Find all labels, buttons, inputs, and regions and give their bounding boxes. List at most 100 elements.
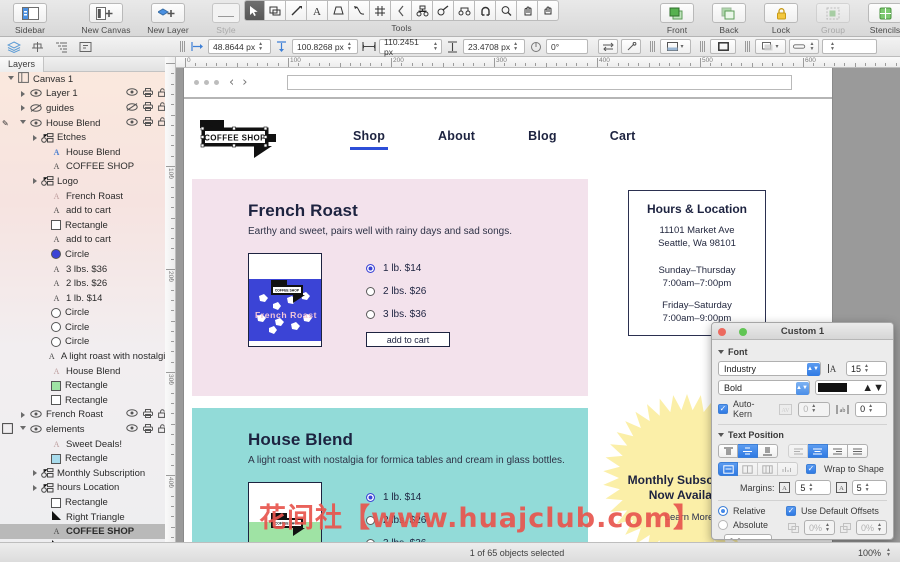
layer-row[interactable]: A House Blend	[0, 364, 175, 379]
bezier-tool[interactable]	[349, 0, 370, 21]
height-field[interactable]: 23.4708 px ▲ ▼	[463, 39, 525, 54]
flow-three-column-button[interactable]	[758, 462, 778, 476]
offset-tl-stepper[interactable]: ▲ ▼	[824, 521, 831, 534]
shadow-group-grip[interactable]	[700, 41, 705, 52]
line-group-grip[interactable]	[745, 41, 750, 52]
brush-tool[interactable]	[433, 0, 454, 21]
expander-down-icon[interactable]	[18, 425, 27, 434]
layer-row[interactable]: A Sweet Deals!	[0, 437, 175, 452]
text-align-justify-button[interactable]	[848, 444, 868, 458]
toolbar-button-lock[interactable]: Lock	[755, 3, 807, 35]
offset-tr-stepper[interactable]: ▲ ▼	[876, 521, 883, 534]
add-to-cart-button[interactable]: add to cart	[366, 332, 450, 347]
print-toggle-icon[interactable]	[143, 87, 153, 100]
visibility-toggle-icon[interactable]	[126, 103, 138, 114]
product-image-french-roast[interactable]: COFFEE SHOP French Roast	[248, 253, 322, 347]
print-toggle-icon[interactable]	[143, 102, 153, 114]
shape-tool[interactable]	[265, 0, 286, 21]
layer-row[interactable]: Circle	[0, 306, 175, 321]
layer-row[interactable]: A COFFEE SHOP	[0, 160, 175, 175]
layer-visibility-icon[interactable]	[30, 118, 42, 128]
text-tool[interactable]: A	[307, 0, 328, 21]
layer-row[interactable]: Rectangle	[0, 451, 175, 466]
align-top-button[interactable]	[718, 444, 738, 458]
radio-icon[interactable]	[366, 287, 375, 296]
layer-visibility-icon[interactable]	[30, 410, 42, 419]
expander-right-icon[interactable]	[18, 104, 27, 113]
text-align-center-button[interactable]	[808, 444, 828, 458]
width-stepper[interactable]: ▲ ▼	[432, 40, 439, 53]
line-width-button[interactable]: ▲ ▼	[789, 39, 819, 54]
layer-row[interactable]: Rectangle	[0, 495, 175, 510]
align-bottom-button[interactable]	[758, 444, 778, 458]
line-tool[interactable]	[286, 0, 307, 21]
radio-icon[interactable]	[366, 310, 375, 319]
expander-right-icon[interactable]	[30, 469, 39, 478]
text-align-left-button[interactable]	[788, 444, 808, 458]
chevron-updown-icon[interactable]: ▲▼	[862, 382, 884, 394]
toolbar-button-new-layer[interactable]: New Layer	[138, 3, 198, 35]
expander-down-icon[interactable]	[18, 119, 27, 128]
tracking-stepper[interactable]: ▲ ▼	[867, 403, 874, 416]
tab-layers[interactable]: Layers	[0, 57, 45, 72]
layer-row[interactable]: elements	[0, 422, 175, 437]
layer-row[interactable]: Rectangle	[0, 393, 175, 408]
flip-horizontal-button[interactable]	[598, 39, 618, 54]
toolbar-button-front[interactable]: Front	[651, 3, 703, 35]
layer-row[interactable]: Right Triangle	[0, 510, 175, 525]
visibility-toggle-icon[interactable]	[126, 424, 138, 435]
rotation-field[interactable]: 0°	[546, 39, 588, 54]
font-family-select[interactable]: Industry ▲▼	[718, 361, 821, 376]
vertical-ruler[interactable]: 100200300400500	[165, 57, 176, 542]
option-row[interactable]: 2 lbs. $26	[366, 515, 426, 526]
url-bar[interactable]	[287, 75, 792, 90]
inspector-titlebar[interactable]: Custom 1	[712, 323, 893, 340]
absolute-radio-icon[interactable]	[718, 520, 728, 530]
margin-vertical-field[interactable]: 5 ▲ ▼	[851, 480, 888, 495]
relative-radio-icon[interactable]	[718, 506, 728, 516]
corner-radius-field[interactable]: ▲ ▼	[822, 39, 877, 54]
toolbar-grip[interactable]	[180, 41, 185, 52]
margin-horizontal-field[interactable]: 5 ▲ ▼	[795, 480, 831, 495]
option-row[interactable]: 3 lbs. $36	[366, 309, 450, 320]
layer-row[interactable]: guides	[0, 101, 175, 116]
toolbar-button-back[interactable]: Back	[703, 3, 755, 35]
line-width-stepper[interactable]: ▲ ▼	[809, 40, 815, 53]
expander-down-icon[interactable]	[6, 75, 15, 84]
position-x-field[interactable]: 48.8644 px ▲ ▼	[208, 39, 271, 54]
visibility-toggle-icon[interactable]	[126, 117, 138, 129]
stroke-group-grip[interactable]	[650, 41, 655, 52]
corner-radius-stepper[interactable]: ▲ ▼	[829, 40, 836, 53]
flow-fit-button[interactable]	[778, 462, 798, 476]
use-default-offsets-checkbox[interactable]: ✓	[786, 506, 796, 516]
radio-icon-selected[interactable]	[366, 264, 375, 273]
hand-tool[interactable]	[517, 0, 538, 21]
layer-row[interactable]: A House Blend	[0, 145, 175, 160]
toolbar-button-new-canvas[interactable]: New Canvas	[74, 3, 138, 35]
print-toggle-icon[interactable]	[143, 117, 153, 129]
layer-row[interactable]: Rectangle	[0, 218, 175, 233]
relative-row[interactable]: Relative	[718, 506, 776, 516]
layer-row[interactable]: hours Location	[0, 481, 175, 496]
offset-top-right-field[interactable]: 0% ▲ ▼	[856, 520, 887, 535]
toolbar-button-sidebar[interactable]: Sidebar	[4, 3, 56, 35]
expander-right-icon[interactable]	[30, 177, 39, 186]
layer-row[interactable]: Aadd to cart	[0, 203, 175, 218]
font-section-header[interactable]: Font	[718, 347, 887, 357]
align-icon[interactable]	[30, 39, 45, 54]
layer-row[interactable]: Monthly Subscription	[0, 466, 175, 481]
layer-row[interactable]: A French Roast	[0, 189, 175, 204]
grab-tool[interactable]	[538, 0, 559, 21]
radio-icon-selected[interactable]	[366, 493, 375, 502]
position-x-stepper[interactable]: ▲ ▼	[257, 40, 264, 53]
offset-bottom-field[interactable]: 0% ▲▼	[804, 539, 835, 540]
layer-row[interactable]: Aadd to cart	[0, 233, 175, 248]
position-y-stepper[interactable]: ▲ ▼	[346, 40, 353, 53]
font-size-stepper[interactable]: ▲ ▼	[863, 362, 870, 375]
flow-single-button[interactable]	[718, 462, 738, 476]
margin-vertical-stepper[interactable]: ▲ ▼	[864, 481, 871, 494]
option-row[interactable]: 1 lb. $14	[366, 492, 426, 503]
zoom-control[interactable]: 100% ▲ ▼	[858, 546, 900, 559]
expander-right-icon[interactable]	[30, 133, 39, 142]
shadow-button[interactable]: ▾	[755, 39, 786, 54]
